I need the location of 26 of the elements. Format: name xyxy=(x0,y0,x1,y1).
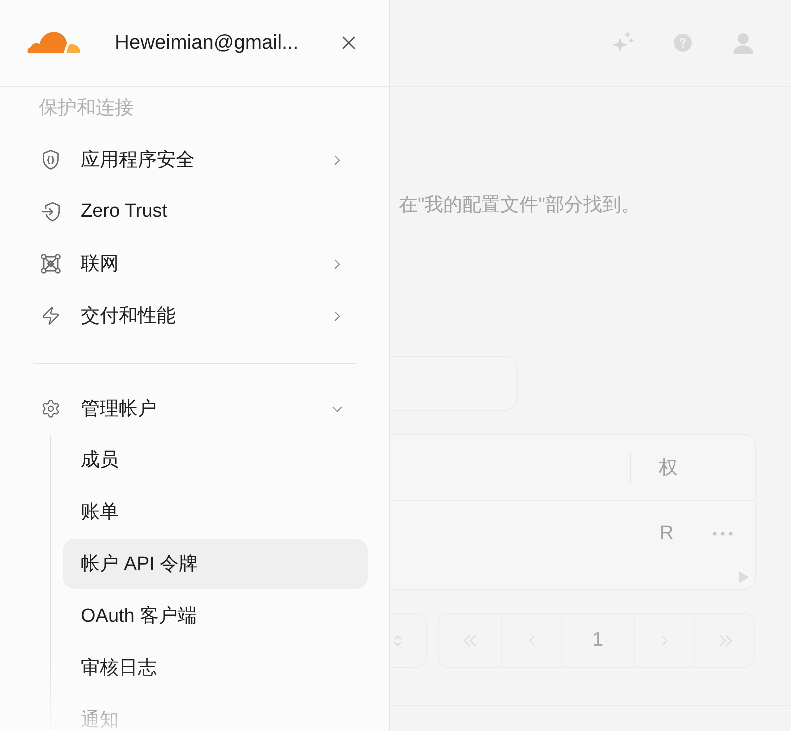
shield-code-icon xyxy=(41,150,61,170)
network-icon xyxy=(41,254,61,274)
shield-arrow-icon xyxy=(41,202,61,222)
nav-subitem[interactable]: 成员 xyxy=(63,435,368,485)
lightning-icon xyxy=(41,306,61,326)
user-icon[interactable] xyxy=(732,32,754,54)
nav-item[interactable]: Zero Trust xyxy=(33,186,356,238)
nav-subitem[interactable]: 账单 xyxy=(63,487,368,537)
more-icon[interactable] xyxy=(712,532,732,536)
nav-subitem[interactable]: 审核日志 xyxy=(63,643,368,693)
sparkle-icon[interactable] xyxy=(612,32,634,54)
section-title: 保护和连接 xyxy=(39,97,134,121)
description-text: 在"我的配置文件"部分找到。 xyxy=(399,194,640,218)
nav-group[interactable]: 联网 xyxy=(33,238,356,290)
nav-subitem[interactable]: OAuth 客户端 xyxy=(63,591,368,641)
cloud-logo[interactable] xyxy=(27,31,81,55)
help-icon[interactable] xyxy=(674,34,692,52)
nav-subitem[interactable]: 帐户 API 令牌 xyxy=(63,539,368,589)
nav-group[interactable]: 交付和性能 xyxy=(33,290,356,342)
settings-icon xyxy=(41,399,61,419)
account-email: Heweimian@gmail... xyxy=(115,32,300,54)
page-size-select[interactable] xyxy=(390,613,427,668)
nav-group[interactable]: 管理帐户 xyxy=(33,383,356,435)
nav-group[interactable]: 应用程序安全 xyxy=(33,134,356,186)
scroll-arrow-icon[interactable] xyxy=(738,571,749,584)
table-cell-text: R xyxy=(660,522,675,544)
